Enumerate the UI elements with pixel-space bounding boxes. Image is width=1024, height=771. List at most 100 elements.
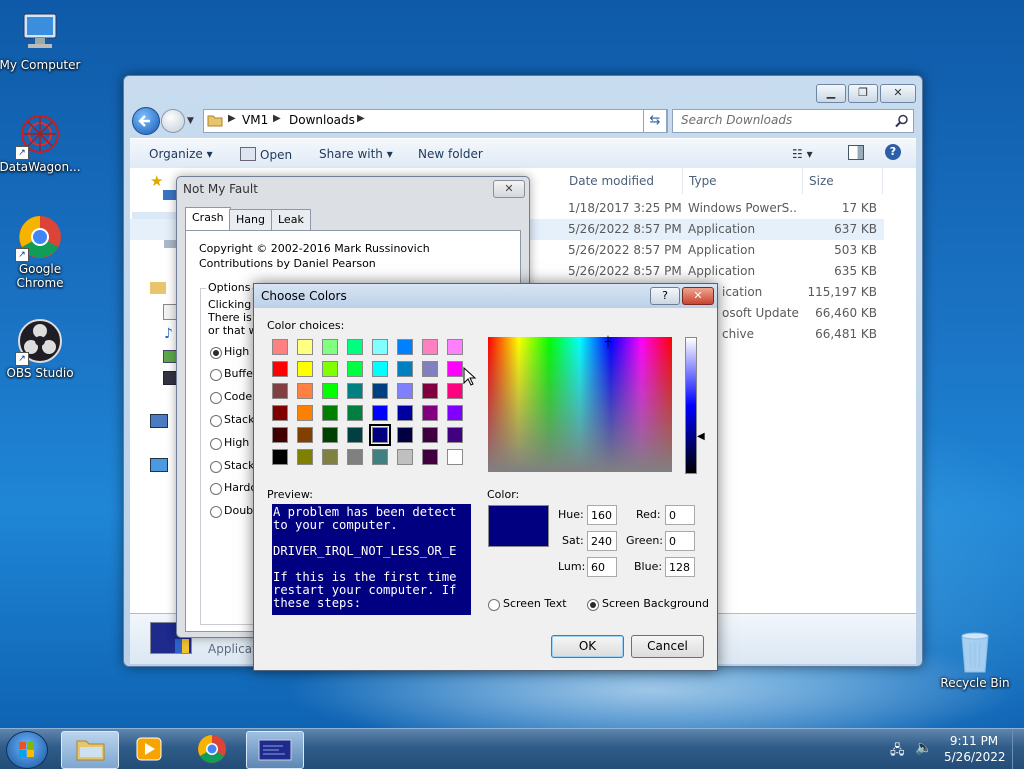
breadcrumb-downloads[interactable]: Downloads [289, 113, 355, 127]
color-swatch[interactable] [422, 427, 438, 443]
organize-menu[interactable]: Organize ▾ [149, 147, 213, 161]
preview-pane-icon[interactable] [848, 145, 864, 160]
color-swatch[interactable] [372, 361, 388, 377]
red-input[interactable]: 0 [665, 505, 695, 525]
color-swatch[interactable] [422, 339, 438, 355]
close-button[interactable]: ✕ [880, 84, 916, 103]
color-swatch[interactable] [369, 424, 391, 446]
minimize-button[interactable]: ▁ [816, 84, 846, 103]
option-radio[interactable] [210, 483, 222, 495]
color-swatch[interactable] [272, 383, 288, 399]
color-swatch[interactable] [422, 383, 438, 399]
color-swatch[interactable] [297, 427, 313, 443]
taskbar-media-player-button[interactable] [121, 731, 177, 767]
luminosity-bar[interactable] [685, 337, 697, 474]
luminosity-slider-arrow[interactable]: ◀ [697, 431, 705, 442]
color-swatch[interactable] [347, 361, 363, 377]
clock-time[interactable]: 9:11 PM [948, 734, 1000, 748]
desktop-icon-my-computer[interactable]: My Computer [0, 10, 82, 72]
color-swatch[interactable] [272, 361, 288, 377]
color-swatch[interactable] [447, 405, 463, 421]
color-swatch[interactable] [347, 339, 363, 355]
tab-hang[interactable]: Hang [229, 209, 272, 230]
color-swatch[interactable] [422, 405, 438, 421]
column-date-modified[interactable]: Date modified [563, 168, 683, 194]
desktop-icon-google-chrome[interactable]: ↗ Google Chrome [0, 214, 82, 290]
desktop-icon-recycle-bin[interactable]: Recycle Bin [933, 628, 1017, 690]
screen-text-radio[interactable] [488, 599, 500, 611]
color-swatch[interactable] [447, 449, 463, 465]
color-swatch[interactable] [447, 339, 463, 355]
network-tray-icon[interactable]: 🖧 [890, 741, 905, 763]
help-icon[interactable]: ? [885, 144, 901, 160]
color-swatch[interactable] [347, 383, 363, 399]
hue-input[interactable]: 160 [587, 505, 617, 525]
color-swatch[interactable] [322, 427, 338, 443]
address-bar[interactable]: ▶ VM1 ▶ Downloads ▶ ▼ [203, 109, 668, 133]
color-swatch[interactable] [422, 361, 438, 377]
color-swatch[interactable] [322, 405, 338, 421]
color-swatch[interactable] [372, 449, 388, 465]
lum-input[interactable]: 60 [587, 557, 617, 577]
sat-input[interactable]: 240 [587, 531, 617, 551]
help-button[interactable]: ? [650, 287, 680, 305]
color-swatch[interactable] [397, 339, 413, 355]
show-desktop-button[interactable] [1012, 729, 1024, 769]
color-swatch[interactable] [347, 427, 363, 443]
color-swatch[interactable] [272, 339, 288, 355]
color-swatch[interactable] [447, 361, 463, 377]
tab-crash[interactable]: Crash [185, 207, 231, 231]
color-swatch[interactable] [372, 383, 388, 399]
color-swatch[interactable] [272, 427, 288, 443]
option-radio[interactable] [210, 347, 222, 359]
color-swatch[interactable] [347, 405, 363, 421]
color-swatch[interactable] [397, 427, 413, 443]
option-radio[interactable] [210, 415, 222, 427]
color-swatch[interactable] [297, 449, 313, 465]
color-swatch[interactable] [422, 449, 438, 465]
color-swatch[interactable] [397, 449, 413, 465]
view-options-icon[interactable]: ☷ ▾ [792, 147, 813, 161]
clock-date[interactable]: 5/26/2022 [944, 750, 1006, 764]
color-swatch[interactable] [347, 449, 363, 465]
blue-input[interactable]: 128 [665, 557, 695, 577]
color-swatch[interactable] [372, 339, 388, 355]
color-spectrum[interactable]: ┼ [488, 337, 672, 472]
ok-button[interactable]: OK [551, 635, 624, 658]
tab-leak[interactable]: Leak [271, 209, 311, 230]
close-button[interactable]: ✕ [493, 180, 525, 198]
color-swatch[interactable] [447, 383, 463, 399]
color-swatch[interactable] [447, 427, 463, 443]
desktop-icon-obs-studio[interactable]: ↗ OBS Studio [0, 318, 82, 380]
forward-button[interactable] [161, 109, 185, 133]
search-input[interactable]: Search Downloads [672, 109, 914, 133]
recent-pages-dropdown[interactable]: ▼ [187, 116, 194, 126]
column-size[interactable]: Size [803, 168, 883, 194]
maximize-button[interactable]: ❐ [848, 84, 878, 103]
color-swatch[interactable] [322, 449, 338, 465]
color-swatch[interactable] [322, 339, 338, 355]
desktop-icon-datawagon[interactable]: ↗ DataWagon... [0, 112, 82, 174]
taskbar-explorer-button[interactable] [61, 731, 119, 769]
color-swatch[interactable] [372, 405, 388, 421]
start-button[interactable] [6, 731, 48, 769]
color-swatch[interactable] [272, 449, 288, 465]
new-folder-button[interactable]: New folder [418, 147, 483, 161]
color-swatch[interactable] [297, 405, 313, 421]
back-button[interactable] [132, 107, 160, 135]
green-input[interactable]: 0 [665, 531, 695, 551]
close-button[interactable]: ✕ [682, 287, 714, 305]
color-swatch[interactable] [297, 361, 313, 377]
option-radio[interactable] [210, 392, 222, 404]
cancel-button[interactable]: Cancel [631, 635, 704, 658]
option-radio[interactable] [210, 461, 222, 473]
color-swatch[interactable] [397, 405, 413, 421]
color-swatch[interactable] [322, 361, 338, 377]
color-swatch[interactable] [397, 361, 413, 377]
color-swatch[interactable] [297, 339, 313, 355]
breadcrumb-vm1[interactable]: VM1 [242, 113, 268, 127]
taskbar-notmyfault-button[interactable] [246, 731, 304, 769]
taskbar-chrome-button[interactable] [184, 731, 240, 767]
color-swatch[interactable] [272, 405, 288, 421]
color-swatch[interactable] [397, 383, 413, 399]
